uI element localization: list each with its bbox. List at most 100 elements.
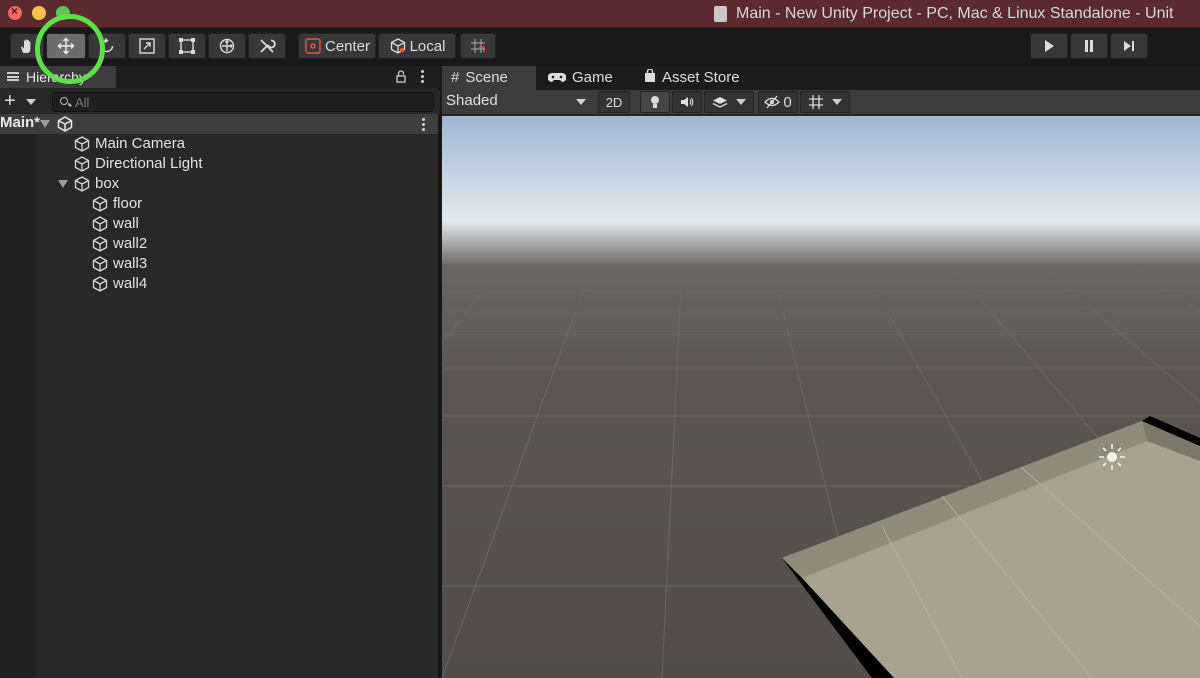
draw-mode-dropdown[interactable]: Shaded (446, 92, 592, 112)
step-icon (1124, 41, 1134, 51)
hidden-objects-toggle[interactable]: 0 (758, 91, 798, 113)
gameobject-cube-icon (74, 156, 90, 172)
pivot-center-label: Center (324, 37, 371, 55)
tab-hierarchy[interactable]: Hierarchy (0, 66, 116, 88)
main-toolbar: Center Local (0, 29, 1200, 65)
chevron-down-icon (736, 99, 746, 105)
scale-icon (139, 38, 155, 54)
layers-icon (712, 97, 728, 108)
gameobject-cube-icon (92, 196, 108, 212)
search-icon (60, 97, 68, 105)
transform-tool-button[interactable] (208, 33, 246, 59)
custom-tool-button[interactable] (248, 33, 286, 59)
hierarchy-item-label: wall3 (113, 255, 148, 272)
unity-scene-icon (57, 116, 73, 132)
close-window-button[interactable] (8, 4, 22, 20)
fold-arrow-icon[interactable] (40, 120, 50, 128)
pause-button[interactable] (1070, 33, 1108, 59)
hierarchy-search-input[interactable] (75, 94, 425, 110)
lightbulb-icon (651, 96, 659, 108)
grid-hash-icon: # (451, 69, 460, 86)
sky (442, 116, 1200, 266)
chevron-down-icon (26, 99, 36, 105)
lock-icon[interactable] (396, 70, 406, 83)
hidden-count: 0 (783, 93, 792, 111)
tab-asset-store[interactable]: Asset Store (634, 66, 752, 90)
plus-icon: + (4, 90, 16, 112)
maximize-window-button[interactable] (56, 6, 70, 20)
gameobject-cube-icon (92, 236, 108, 252)
hierarchy-item-wall4[interactable]: wall4 (0, 274, 438, 294)
tab-label: Scene (465, 69, 508, 86)
scene-row-main[interactable]: Main* (0, 114, 438, 134)
hierarchy-search-row: + (0, 90, 440, 114)
gizmos-dropdown-button[interactable] (800, 91, 850, 113)
hierarchy-item-label: floor (113, 195, 143, 212)
hierarchy-item-label: Main Camera (95, 135, 186, 152)
rect-tool-button[interactable] (168, 33, 206, 59)
pivot-space-toggle[interactable]: Local (378, 33, 456, 59)
list-icon (7, 72, 19, 81)
chevron-down-icon (576, 99, 586, 105)
hierarchy-item-main-camera[interactable]: Main Camera (0, 134, 438, 154)
gameobject-cube-icon (92, 256, 108, 272)
play-button[interactable] (1030, 33, 1068, 59)
document-icon (714, 6, 727, 22)
hierarchy-search-box[interactable] (52, 92, 434, 112)
chevron-down-icon (832, 99, 842, 105)
hierarchy-item-wall3[interactable]: wall3 (0, 254, 438, 274)
minimize-window-button[interactable] (32, 6, 46, 20)
hierarchy-item-label: wall (113, 215, 139, 232)
hand-icon (21, 39, 31, 53)
pivot-space-label: Local (409, 37, 446, 55)
shopping-bag-icon (644, 68, 656, 86)
hierarchy-panel: Hierarchy + Main* Main Camera Directiona… (0, 66, 440, 678)
hierarchy-item-box[interactable]: box (0, 174, 438, 194)
scene-options-menu-icon[interactable] (422, 118, 426, 132)
hierarchy-item-wall[interactable]: wall (0, 214, 438, 234)
pivot-center-toggle[interactable]: Center (298, 33, 376, 59)
hierarchy-item-directional-light[interactable]: Directional Light (0, 154, 438, 174)
scene-name: Main* (0, 114, 41, 131)
rect-icon (179, 38, 195, 54)
scene-viewport[interactable] (442, 116, 1200, 678)
create-dropdown-button[interactable]: + (4, 90, 38, 112)
hierarchy-item-label: wall2 (113, 235, 148, 252)
gameobject-cube-icon (74, 176, 90, 192)
local-space-cube-icon (390, 38, 405, 54)
rotate-tool-button[interactable] (88, 33, 126, 59)
gamepad-icon (547, 69, 567, 86)
step-button[interactable] (1110, 33, 1148, 59)
draw-mode-label: Shaded (446, 92, 498, 109)
scale-tool-button[interactable] (128, 33, 166, 59)
window-title: Main - New Unity Project - PC, Mac & Lin… (736, 5, 1174, 22)
hierarchy-tab-label: Hierarchy (26, 69, 86, 85)
pivot-center-icon (305, 38, 321, 54)
speaker-icon (681, 97, 694, 107)
hierarchy-item-floor[interactable]: floor (0, 194, 438, 214)
fold-arrow-icon[interactable] (58, 180, 68, 188)
play-icon (1045, 40, 1054, 52)
effects-dropdown-button[interactable] (704, 91, 754, 113)
rotate-icon (100, 37, 114, 53)
hierarchy-item-wall2[interactable]: wall2 (0, 234, 438, 254)
toggle-2d-label: 2D (605, 94, 623, 110)
hierarchy-item-label: Directional Light (95, 155, 203, 172)
toggle-2d-button[interactable]: 2D (598, 91, 630, 113)
tab-scene[interactable]: # Scene (442, 66, 536, 90)
hierarchy-options-menu-icon[interactable] (421, 70, 425, 84)
hierarchy-tab-bar: Hierarchy (0, 66, 440, 88)
hierarchy-item-label: box (95, 175, 120, 192)
hand-tool-button[interactable] (10, 33, 44, 59)
tab-label: Asset Store (662, 69, 740, 86)
lighting-toggle-button[interactable] (640, 91, 670, 113)
scene-tab-bar: # Scene Game Asset Store (442, 66, 1200, 90)
tab-game[interactable]: Game (538, 66, 630, 90)
audio-toggle-button[interactable] (672, 91, 702, 113)
grid-snap-icon (471, 39, 485, 53)
hierarchy-tree: Main* Main Camera Directional Light box … (0, 114, 438, 678)
grid-snap-button[interactable] (460, 33, 496, 59)
tab-label: Game (572, 69, 613, 86)
move-tool-button[interactable] (46, 33, 86, 59)
wrench-icon (260, 39, 276, 53)
